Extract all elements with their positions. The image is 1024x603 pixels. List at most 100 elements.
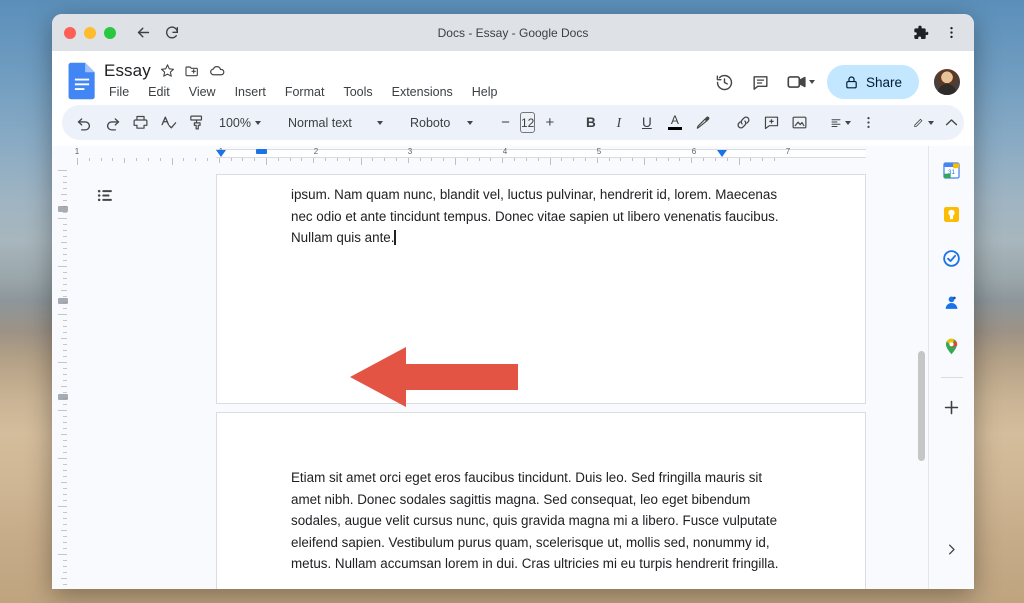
text-color-button[interactable]: A (661, 109, 688, 136)
document-scroll-area[interactable]: ipsum. Nam quam nunc, blandit vel, luctu… (68, 166, 928, 589)
increase-font-size-button[interactable]: + (536, 109, 563, 136)
ruler-tick (77, 158, 78, 165)
menu-format[interactable]: Format (282, 84, 328, 100)
chevron-down-icon (845, 121, 851, 125)
google-keep-icon[interactable] (937, 199, 967, 229)
first-line-indent-marker[interactable] (256, 149, 267, 154)
ruler-tick (301, 158, 302, 161)
document-canvas: 11234567 ipsum. Nam quam nunc, blandit v… (68, 146, 928, 589)
left-indent-marker[interactable] (216, 150, 226, 157)
ruler-tick (703, 158, 704, 161)
share-button[interactable]: Share (827, 65, 919, 99)
font-value: Roboto (410, 116, 450, 130)
panel-divider (941, 377, 963, 378)
align-button[interactable] (827, 109, 854, 136)
edit-mode-button[interactable] (910, 109, 937, 136)
ruler-tick (278, 158, 279, 161)
menu-file[interactable]: File (106, 84, 132, 100)
menu-extensions[interactable]: Extensions (389, 84, 456, 100)
right-indent-marker[interactable] (717, 150, 727, 157)
version-history-icon[interactable] (708, 65, 742, 99)
underline-button[interactable]: U (633, 109, 660, 136)
font-selector[interactable]: Roboto (402, 109, 478, 136)
page-title[interactable]: Essay (104, 61, 151, 81)
ruler-tick (313, 158, 314, 163)
zoom-selector[interactable]: 100% (211, 109, 266, 136)
vertical-scrollbar[interactable] (918, 351, 925, 461)
font-size-input[interactable]: 12 (520, 112, 535, 133)
ruler-tick (325, 158, 326, 161)
three-dot-menu-icon[interactable] (938, 20, 964, 46)
ruler-tick (63, 284, 67, 285)
ruler-tick (101, 158, 102, 161)
ruler-tick (242, 158, 243, 161)
paragraph-style-selector[interactable]: Normal text (280, 109, 388, 136)
menu-edit[interactable]: Edit (145, 84, 173, 100)
decrease-font-size-button[interactable]: − (492, 109, 519, 136)
redo-button[interactable] (99, 109, 126, 136)
docs-menu-bar: File Edit View Insert Format Tools Exten… (104, 84, 708, 100)
chevron-up-icon (943, 114, 960, 131)
collapse-toolbar-button[interactable] (938, 109, 965, 136)
close-window-button[interactable] (64, 27, 76, 39)
print-button[interactable] (127, 109, 154, 136)
document-page[interactable]: ipsum. Nam quam nunc, blandit vel, luctu… (216, 174, 866, 404)
ruler-tick (597, 158, 598, 163)
reload-icon[interactable] (159, 20, 185, 46)
insert-image-button[interactable] (786, 109, 813, 136)
ruler-tick (644, 158, 645, 165)
vertical-margin-marker[interactable] (58, 206, 68, 212)
ruler-tick (58, 362, 67, 363)
menu-tools[interactable]: Tools (340, 84, 375, 100)
ruler-tick (58, 218, 67, 219)
comment-history-icon[interactable] (744, 65, 778, 99)
maximize-window-button[interactable] (104, 27, 116, 39)
vertical-margin-marker[interactable] (58, 298, 68, 304)
avatar[interactable] (932, 67, 962, 97)
insert-link-button[interactable] (730, 109, 757, 136)
more-options-button[interactable] (855, 109, 882, 136)
ruler-tick (254, 158, 255, 161)
horizontal-ruler[interactable]: 11234567 (68, 146, 928, 166)
doc-header-middle: Essay File Edit View Insert Format Tools… (104, 58, 708, 100)
back-arrow-icon[interactable] (130, 20, 156, 46)
bold-button[interactable]: B (577, 109, 604, 136)
ruler-tick (63, 212, 67, 213)
vertical-ruler[interactable] (52, 146, 68, 589)
highlight-button[interactable] (689, 109, 716, 136)
vertical-margin-marker[interactable] (58, 394, 68, 400)
cloud-saved-icon[interactable] (209, 62, 226, 79)
italic-button[interactable]: I (605, 109, 632, 136)
google-calendar-icon[interactable]: 31 (937, 155, 967, 185)
ruler-tick (63, 230, 67, 231)
ruler-tick (231, 158, 232, 161)
menu-view[interactable]: View (186, 84, 219, 100)
move-to-folder-icon[interactable] (184, 63, 200, 79)
document-page[interactable]: Etiam sit amet orci eget eros faucibus t… (216, 412, 866, 589)
page2-text-block[interactable]: Etiam sit amet orci eget eros faucibus t… (217, 413, 865, 589)
google-maps-icon[interactable] (937, 331, 967, 361)
ruler-tick (63, 422, 67, 423)
menu-insert[interactable]: Insert (232, 84, 269, 100)
page1-text-block[interactable]: ipsum. Nam quam nunc, blandit vel, luctu… (217, 175, 865, 249)
google-contacts-icon[interactable] (937, 287, 967, 317)
ruler-tick (467, 158, 468, 161)
meet-button[interactable] (780, 65, 817, 99)
puzzle-piece-icon[interactable] (908, 20, 934, 46)
ruler-tick (290, 158, 291, 161)
undo-button[interactable] (71, 109, 98, 136)
ruler-tick (455, 158, 456, 165)
menu-help[interactable]: Help (469, 84, 501, 100)
paint-format-button[interactable] (183, 109, 210, 136)
minimize-window-button[interactable] (84, 27, 96, 39)
google-tasks-icon[interactable] (937, 243, 967, 273)
add-apps-icon[interactable] (937, 392, 967, 422)
add-comment-button[interactable] (758, 109, 785, 136)
browser-toolbar-right (908, 20, 974, 46)
ruler-tick (443, 158, 444, 161)
spellcheck-button[interactable] (155, 109, 182, 136)
document-outline-icon[interactable] (90, 180, 120, 210)
star-icon[interactable] (160, 63, 175, 78)
ruler-tick (715, 158, 716, 161)
expand-panel-icon[interactable] (938, 535, 966, 563)
